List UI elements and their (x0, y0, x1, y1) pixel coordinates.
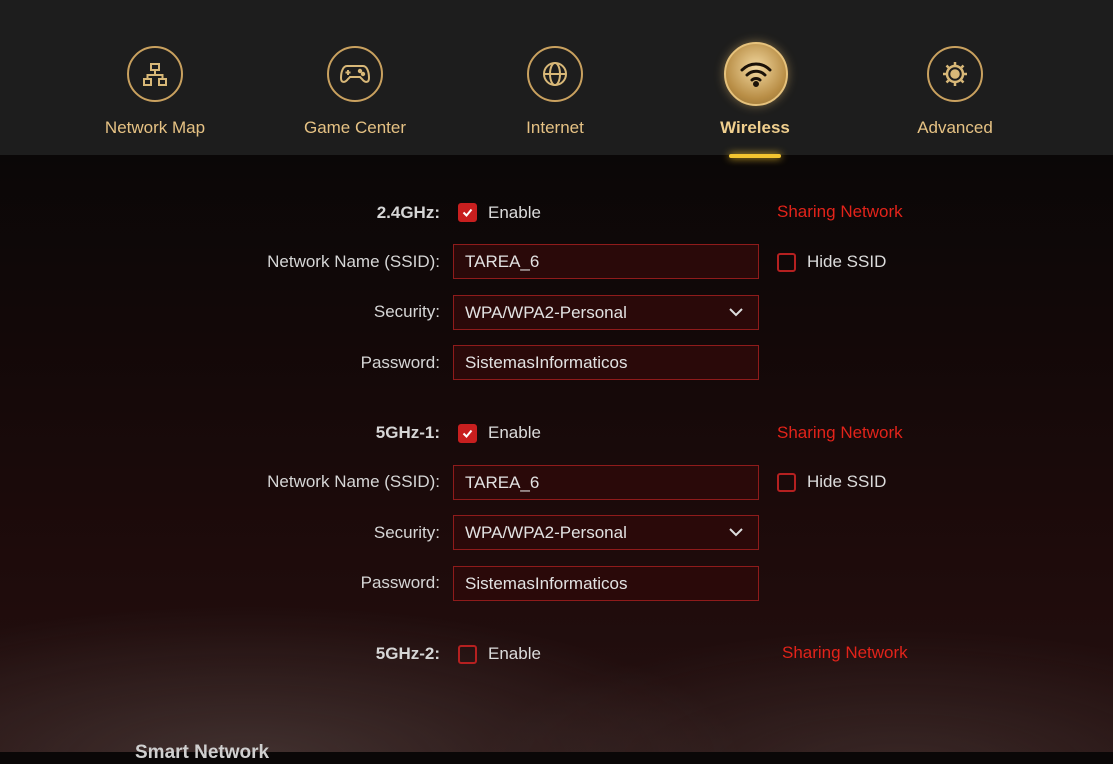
gear-icon (927, 46, 983, 102)
ssid-label: Network Name (SSID): (267, 472, 440, 491)
enable-checkbox-5ghz-1[interactable] (458, 424, 477, 443)
nav-label: Game Center (303, 118, 407, 137)
check-icon (462, 429, 473, 438)
band-label-5ghz-1: 5GHz-1: (375, 423, 440, 442)
enable-label: Enable (488, 423, 541, 442)
hide-ssid-checkbox-2-4ghz[interactable] (777, 253, 796, 272)
security-label: Security: (373, 523, 440, 542)
hide-ssid-label: Hide SSID (807, 472, 887, 491)
enable-label: Enable (488, 203, 541, 222)
security-label: Security: (373, 302, 440, 321)
hide-ssid-checkbox-5ghz-1[interactable] (777, 473, 796, 492)
top-navigation: Network Map Game Center Internet Wireles… (0, 0, 1113, 158)
enable-checkbox-2-4ghz[interactable] (458, 203, 477, 222)
active-tab-indicator (729, 154, 781, 158)
security-value: WPA/WPA2-Personal (465, 523, 627, 542)
security-select-2-4ghz[interactable]: WPA/WPA2-Personal (453, 295, 759, 330)
wifi-icon (724, 42, 788, 106)
band-label-2-4ghz: 2.4GHz: (376, 203, 440, 222)
ssid-input-5ghz-1[interactable]: TAREA_6 (453, 465, 759, 500)
sharing-network-link-2-4ghz[interactable]: Sharing Network (777, 202, 903, 222)
nav-item-internet[interactable]: Internet (455, 42, 655, 152)
password-label: Password: (360, 353, 440, 372)
password-input-5ghz-1[interactable]: SistemasInformaticos (453, 566, 759, 601)
enable-label: Enable (488, 644, 541, 663)
security-select-5ghz-1[interactable]: WPA/WPA2-Personal (453, 515, 759, 550)
hide-ssid-label: Hide SSID (807, 252, 887, 271)
network-map-icon (127, 46, 183, 102)
gamepad-icon (327, 46, 383, 102)
nav-label: Advanced (917, 118, 993, 137)
nav-label: Wireless (720, 118, 790, 137)
nav-item-advanced[interactable]: Advanced (855, 42, 1055, 152)
band-label-5ghz-2: 5GHz-2: (375, 644, 440, 663)
sharing-network-link-5ghz-1[interactable]: Sharing Network (777, 423, 903, 443)
nav-label: Internet (526, 118, 584, 137)
nav-item-wireless[interactable]: Wireless (655, 42, 855, 158)
security-value: WPA/WPA2-Personal (465, 303, 627, 322)
password-input-2-4ghz[interactable]: SistemasInformaticos (453, 345, 759, 380)
smart-network-heading: Smart Network (135, 742, 270, 763)
chevron-down-icon (729, 528, 743, 537)
enable-checkbox-5ghz-2[interactable] (458, 645, 477, 664)
ssid-input-2-4ghz[interactable]: TAREA_6 (453, 244, 759, 279)
nav-item-network-map[interactable]: Network Map (55, 42, 255, 152)
ssid-label: Network Name (SSID): (267, 252, 440, 271)
globe-icon (527, 46, 583, 102)
chevron-down-icon (729, 308, 743, 317)
nav-label: Network Map (104, 118, 206, 137)
nav-item-game-center[interactable]: Game Center (255, 42, 455, 152)
sharing-network-link-5ghz-2[interactable]: Sharing Network (782, 643, 908, 663)
password-label: Password: (360, 573, 440, 592)
check-icon (462, 208, 473, 217)
